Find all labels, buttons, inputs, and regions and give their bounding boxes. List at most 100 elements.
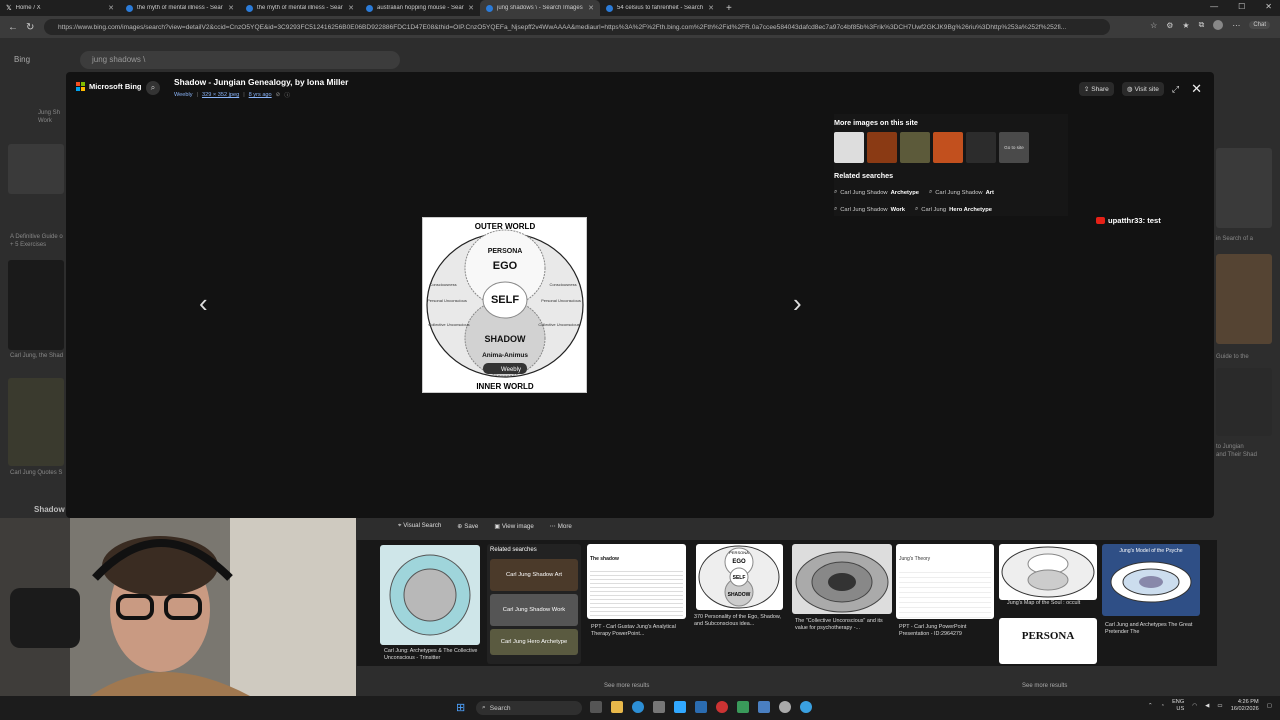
image-title[interactable]: Shadow - Jungian Genealogy, by Iona Mill… bbox=[174, 77, 348, 87]
maximize-icon[interactable]: ☐ bbox=[1238, 2, 1245, 11]
notification-icon[interactable]: ▢ bbox=[1267, 703, 1272, 709]
source-link[interactable]: Weebly bbox=[174, 92, 193, 98]
related-search-chip[interactable]: ⌕ Carl Jung Hero Archetype bbox=[915, 206, 992, 213]
bg-video-thumb[interactable] bbox=[8, 260, 64, 350]
app-icon[interactable] bbox=[716, 701, 728, 713]
related-search-chip[interactable]: ⌕ Carl Jung Shadow Archetype bbox=[834, 189, 919, 196]
profile-avatar[interactable] bbox=[1213, 20, 1224, 30]
site-image-thumb[interactable] bbox=[933, 132, 963, 163]
app-icon[interactable] bbox=[758, 701, 770, 713]
tab-jung-shadows[interactable]: jung shadows \ - Search Images ✕ bbox=[480, 0, 600, 16]
info-icon[interactable]: ⓘ bbox=[284, 91, 290, 99]
extensions-icon[interactable]: ⚙ bbox=[1166, 21, 1173, 30]
edge-icon[interactable] bbox=[632, 701, 644, 713]
related-search-tile[interactable]: Carl Jung Shadow Work bbox=[490, 594, 578, 626]
related-search-chip[interactable]: ⌕ Carl Jung Shadow Art bbox=[929, 189, 994, 196]
tab-myth-2[interactable]: the myth of mental illness - Sear ✕ bbox=[240, 0, 360, 16]
store-icon[interactable] bbox=[653, 701, 665, 713]
battery-icon[interactable]: ▭ bbox=[1217, 703, 1222, 709]
microsoft-bing-logo[interactable]: Microsoft Bing bbox=[76, 82, 142, 91]
tab-home-x[interactable]: 𝕏 Home / X ✕ bbox=[0, 0, 120, 16]
related-search-tile[interactable]: Carl Jung Hero Archetype bbox=[490, 629, 578, 655]
result-caption[interactable]: Jung's Map of the Soul : occult bbox=[1007, 600, 1103, 607]
volume-icon[interactable]: ◀ bbox=[1205, 703, 1209, 709]
lightroom-icon[interactable] bbox=[674, 701, 686, 713]
clock[interactable]: 4:26 PM 16/02/2026 bbox=[1231, 699, 1259, 713]
file-explorer-icon[interactable] bbox=[611, 701, 623, 713]
go-to-site-button[interactable]: Go to site bbox=[999, 132, 1029, 163]
site-image-thumb[interactable] bbox=[900, 132, 930, 163]
site-image-thumb[interactable] bbox=[867, 132, 897, 163]
back-icon[interactable]: ← bbox=[8, 22, 18, 33]
visual-search-button[interactable]: ⌖ Visual Search bbox=[398, 522, 441, 530]
share-button[interactable]: ⇪ Share bbox=[1078, 82, 1114, 96]
app-icon[interactable] bbox=[695, 701, 707, 713]
view-image-button[interactable]: ▣ View image bbox=[494, 523, 533, 530]
menu-icon[interactable]: ⋯ bbox=[1232, 21, 1240, 30]
result-image-card[interactable]: PERSONA EGO SELF SHADOW bbox=[696, 544, 783, 610]
close-icon[interactable]: ✕ bbox=[228, 4, 234, 12]
related-search-tile[interactable]: Carl Jung Shadow Art bbox=[490, 559, 578, 591]
search-icon[interactable]: ⌕ bbox=[146, 81, 160, 95]
task-view-icon[interactable] bbox=[590, 701, 602, 713]
minimize-icon[interactable]: — bbox=[1210, 2, 1218, 11]
app-icon[interactable] bbox=[737, 701, 749, 713]
next-image-arrow-icon[interactable]: › bbox=[793, 288, 802, 319]
wifi-icon[interactable]: ◠ bbox=[1192, 703, 1197, 709]
bg-image-thumb[interactable] bbox=[8, 144, 64, 194]
main-image[interactable]: OUTER WORLD PERSONA EGO SELF SHADOW Anim… bbox=[422, 217, 587, 393]
visit-site-button[interactable]: ◍ Visit site bbox=[1121, 82, 1164, 96]
previous-image-arrow-icon[interactable]: ‹ bbox=[199, 288, 208, 319]
result-image-card[interactable]: Jung's Theory bbox=[896, 544, 994, 619]
result-image-card[interactable] bbox=[380, 545, 480, 645]
close-icon[interactable]: ✕ bbox=[348, 4, 354, 12]
close-icon[interactable]: ✕ bbox=[588, 4, 594, 12]
result-image-card[interactable]: PERSONA bbox=[999, 618, 1097, 664]
result-caption[interactable]: 370 Personality of the Ego, Shadow, and … bbox=[694, 614, 786, 628]
bg-image-thumb[interactable] bbox=[8, 378, 64, 466]
see-more-link[interactable]: See more results bbox=[1022, 683, 1067, 689]
tab-celsius[interactable]: 54 celsius to fahrenheit - Search ✕ bbox=[600, 0, 720, 16]
windows-start-icon[interactable]: ⊞ bbox=[456, 701, 465, 714]
close-icon[interactable]: ✕ bbox=[1191, 81, 1202, 97]
bg-image-thumb[interactable] bbox=[1216, 148, 1272, 228]
app-icon[interactable] bbox=[800, 701, 812, 713]
see-more-link[interactable]: See more results bbox=[604, 683, 649, 689]
favorites-icon[interactable]: ★ bbox=[1182, 21, 1189, 30]
expand-icon[interactable]: ⤢ bbox=[1172, 84, 1179, 95]
search-input[interactable]: jung shadows \ bbox=[80, 51, 400, 69]
tray-app-icon[interactable]: ◔ bbox=[1161, 703, 1164, 709]
related-search-chip[interactable]: ⌕ Carl Jung Shadow Work bbox=[834, 206, 905, 213]
taskbar-search[interactable]: ⌕ Search bbox=[476, 701, 582, 715]
result-caption[interactable]: PPT - Carl Jung PowerPoint Presentation … bbox=[899, 624, 995, 638]
tab-hopping-mouse[interactable]: australian hopping mouse - Sear ✕ bbox=[360, 0, 480, 16]
close-icon[interactable]: ✕ bbox=[708, 4, 714, 12]
bg-image-thumb[interactable] bbox=[1216, 368, 1272, 436]
close-window-icon[interactable]: ✕ bbox=[1265, 2, 1272, 11]
favorite-star-icon[interactable]: ☆ bbox=[1150, 21, 1157, 30]
result-image-card[interactable]: Jung's Model of the Psyche bbox=[1102, 544, 1200, 616]
settings-icon[interactable] bbox=[779, 701, 791, 713]
result-caption[interactable]: Carl Jung: Archetypes & The Collective U… bbox=[384, 648, 480, 662]
more-button[interactable]: ⋯ More bbox=[550, 523, 572, 530]
result-image-card[interactable] bbox=[792, 544, 892, 614]
chat-button[interactable]: Chat bbox=[1249, 21, 1270, 29]
result-image-card[interactable] bbox=[999, 544, 1097, 600]
close-icon[interactable]: ✕ bbox=[108, 4, 114, 12]
tray-chevron-icon[interactable]: ⌃ bbox=[1148, 703, 1153, 709]
site-image-thumb[interactable] bbox=[966, 132, 996, 163]
result-caption[interactable]: The "Collective Unconscious" and its val… bbox=[795, 618, 891, 632]
save-button[interactable]: ⊕ Save bbox=[457, 523, 478, 530]
result-image-card[interactable]: The shadow bbox=[587, 544, 686, 619]
result-caption[interactable]: Carl Jung and Archetypes The Great Prete… bbox=[1105, 622, 1201, 636]
site-image-thumb[interactable] bbox=[834, 132, 864, 163]
url-field[interactable]: https://www.bing.com/images/search?view=… bbox=[44, 19, 1110, 35]
new-tab-icon[interactable]: + bbox=[726, 3, 732, 14]
bg-image-thumb[interactable] bbox=[1216, 254, 1272, 344]
close-icon[interactable]: ✕ bbox=[468, 4, 474, 12]
refresh-icon[interactable]: ↻ bbox=[26, 22, 36, 33]
tab-myth-1[interactable]: the myth of mental illness - Sear ✕ bbox=[120, 0, 240, 16]
collections-icon[interactable]: ⧉ bbox=[1199, 20, 1205, 30]
result-caption[interactable]: PPT - Carl Gustav Jung's Analytical Ther… bbox=[591, 624, 687, 638]
language-indicator[interactable]: ENG US bbox=[1172, 699, 1184, 713]
